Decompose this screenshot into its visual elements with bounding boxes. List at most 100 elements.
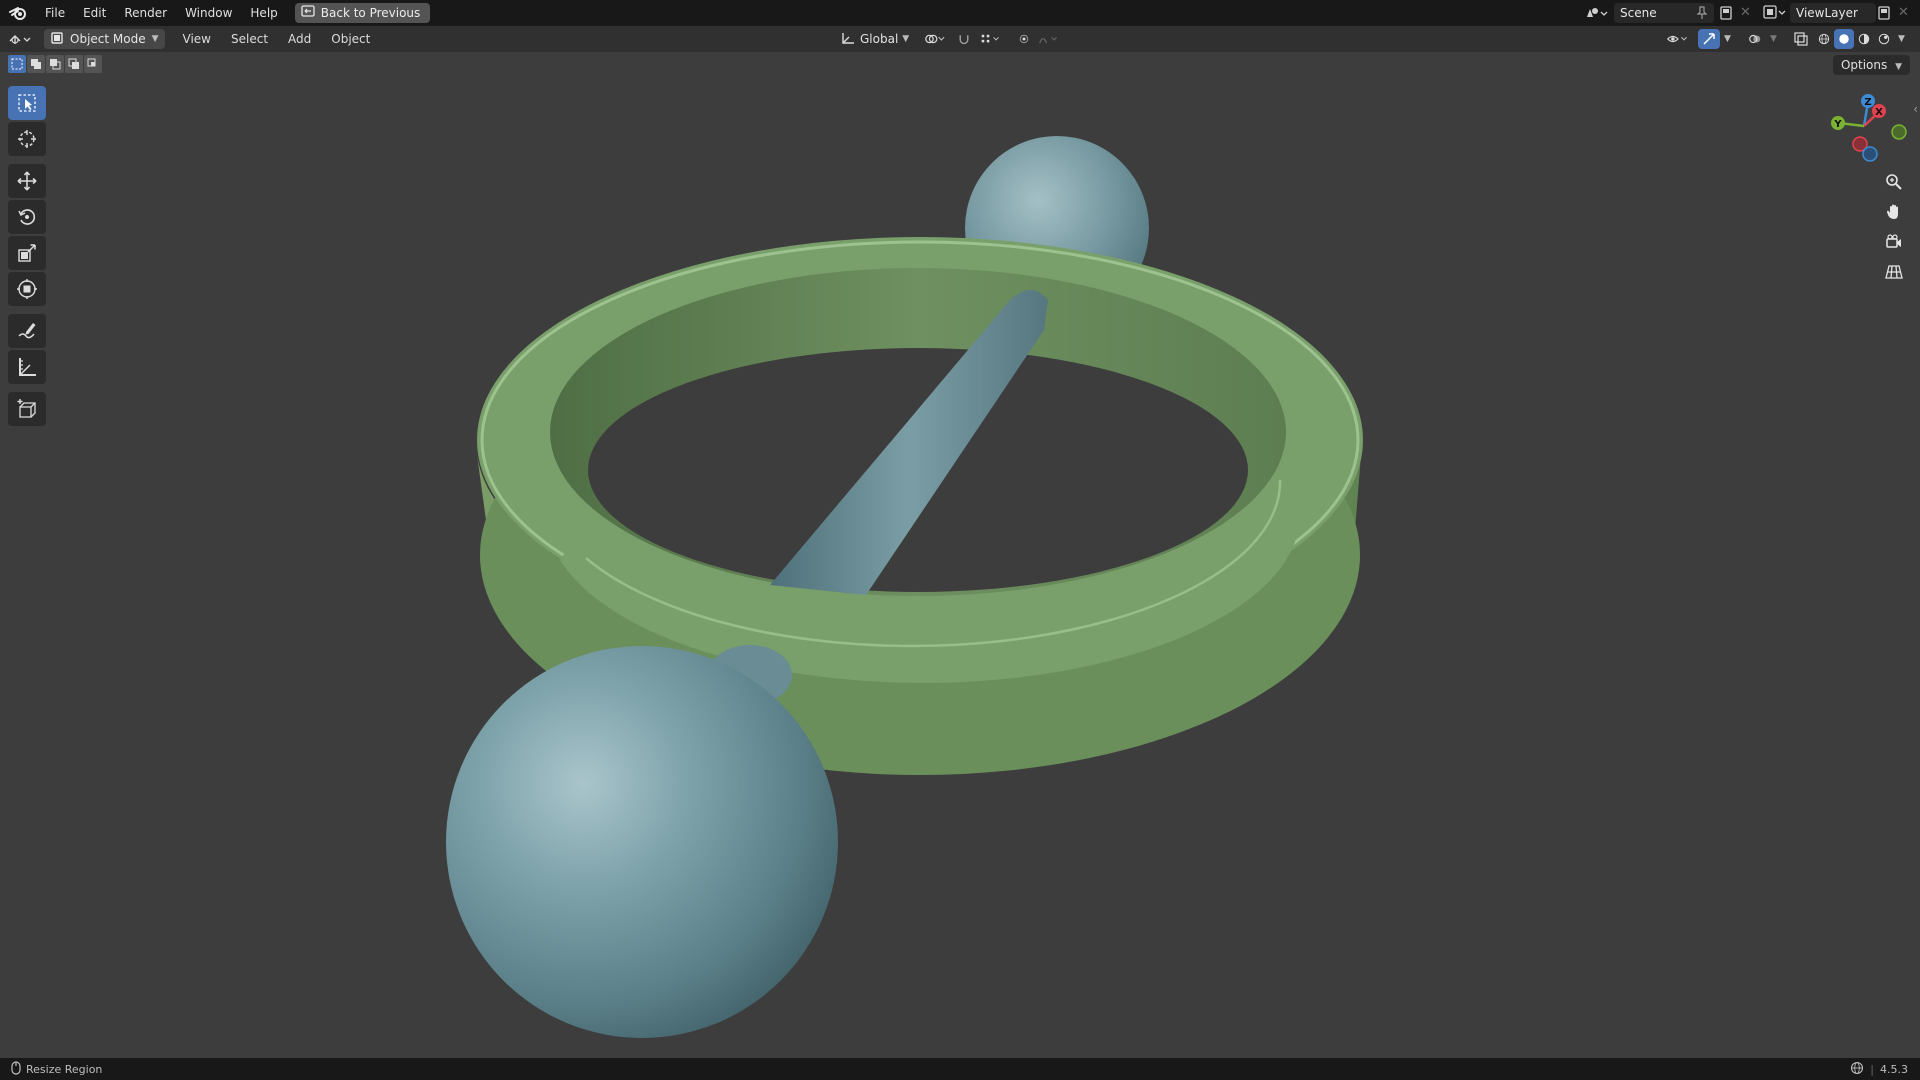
xray-toggle[interactable] — [1790, 29, 1812, 49]
navigation-gizmo[interactable]: Z X Y — [1816, 88, 1912, 168]
menu-file[interactable]: File — [36, 0, 74, 26]
sphere-front — [446, 646, 838, 1038]
cursor-tool[interactable] — [8, 122, 46, 156]
back-icon — [301, 3, 315, 23]
camera-view-control[interactable] — [1880, 228, 1908, 256]
transform-tool[interactable] — [8, 272, 46, 306]
transform-icon — [17, 279, 37, 299]
delete-viewlayer-icon[interactable]: ✕ — [1898, 5, 1909, 20]
select-box-tool[interactable] — [8, 86, 46, 120]
gizmo-toggle[interactable] — [1698, 29, 1720, 49]
scale-tool[interactable] — [8, 236, 46, 270]
blender-logo-icon[interactable] — [0, 0, 36, 26]
overlays-icon — [1749, 34, 1761, 44]
zoom-control[interactable] — [1880, 168, 1908, 196]
sidebar-toggle-icon[interactable]: ‹ — [1913, 102, 1918, 116]
pivot-point-icon — [925, 34, 945, 44]
transform-orientation-dropdown[interactable]: Global ▼ — [836, 29, 916, 49]
measure-tool[interactable] — [8, 350, 46, 384]
3d-viewport[interactable] — [0, 52, 1920, 1058]
shading-wireframe-button[interactable] — [1814, 29, 1834, 49]
perspective-toggle-control[interactable] — [1880, 258, 1908, 286]
menu-object[interactable]: Object — [321, 26, 380, 52]
overlays-toggle[interactable] — [1744, 29, 1766, 49]
viewlayer-label: ViewLayer — [1796, 6, 1858, 20]
menu-render[interactable]: Render — [115, 0, 176, 26]
status-divider: | — [1870, 1062, 1874, 1076]
tool-shelf — [8, 86, 46, 428]
object-mode-dropdown[interactable]: Object Mode ▼ — [44, 29, 165, 49]
snap-toggle[interactable] — [954, 29, 974, 49]
solid-shading-icon — [1839, 34, 1849, 44]
pin-icon[interactable] — [1696, 6, 1708, 23]
xray-icon — [1794, 32, 1808, 46]
select-new-icon[interactable] — [8, 55, 26, 73]
new-viewlayer-icon[interactable] — [1876, 5, 1892, 24]
rotate-icon — [18, 209, 36, 225]
grid-perspective-icon — [1885, 265, 1903, 279]
menu-select[interactable]: Select — [221, 26, 278, 52]
proportional-edit-toggle[interactable] — [1014, 29, 1034, 49]
editor-type-icon[interactable] — [0, 26, 40, 52]
gizmo-icon — [1703, 33, 1715, 45]
snap-target-dropdown[interactable] — [976, 29, 1006, 49]
select-box-icon — [18, 94, 36, 112]
select-invert-icon[interactable] — [65, 55, 83, 73]
eye-select-icon — [1666, 35, 1687, 43]
select-extend-icon[interactable] — [27, 55, 45, 73]
annotate-tool[interactable] — [8, 314, 46, 348]
select-intersect-icon[interactable] — [84, 55, 102, 73]
version-label: 4.5.3 — [1880, 1062, 1908, 1076]
new-scene-icon[interactable] — [1718, 5, 1734, 24]
options-dropdown[interactable]: Options ▼ — [1832, 55, 1910, 75]
chevron-down-icon: ▼ — [1770, 34, 1777, 44]
menu-add[interactable]: Add — [278, 26, 321, 52]
hand-icon — [1886, 204, 1898, 219]
scene-type-icon[interactable] — [1584, 5, 1612, 21]
wireframe-icon — [1818, 33, 1830, 45]
status-hint-label: Resize Region — [26, 1062, 103, 1076]
zoom-icon — [1886, 174, 1902, 190]
gizmo-z-label: Z — [1864, 97, 1871, 108]
gizmo-neg-y — [1891, 124, 1907, 140]
scale-icon — [18, 244, 36, 262]
shading-dropdown[interactable]: ▼ — [1894, 29, 1910, 49]
rotate-tool[interactable] — [8, 200, 46, 234]
shading-material-button[interactable] — [1854, 29, 1874, 49]
options-label: Options — [1840, 58, 1888, 72]
pivot-point-dropdown[interactable] — [920, 29, 950, 49]
chevron-down-icon: ▼ — [1898, 34, 1905, 44]
visibility-dropdown[interactable] — [1662, 29, 1694, 49]
overlays-dropdown[interactable]: ▼ — [1766, 29, 1782, 49]
chevron-down-icon: ▼ — [1724, 34, 1731, 44]
network-globe-icon[interactable] — [1850, 1061, 1864, 1078]
gizmo-dropdown[interactable]: ▼ — [1720, 29, 1736, 49]
move-tool[interactable] — [8, 164, 46, 198]
menu-view[interactable]: View — [173, 26, 221, 52]
rendered-shading-icon — [1878, 33, 1890, 45]
back-to-previous-button[interactable]: Back to Previous — [294, 3, 431, 23]
scene-selector[interactable]: Scene — [1614, 3, 1714, 23]
object-mode-icon — [50, 31, 64, 48]
viewlayer-type-icon[interactable] — [1762, 5, 1786, 22]
top-bar: File Edit Render Window Help Back to Pre… — [0, 0, 1920, 26]
delete-scene-icon[interactable]: ✕ — [1740, 5, 1751, 20]
mouse-icon — [10, 1060, 22, 1078]
shading-solid-button[interactable] — [1834, 29, 1854, 49]
measure-ruler-icon — [19, 358, 36, 376]
scene-label: Scene — [1620, 6, 1657, 20]
shading-rendered-button[interactable] — [1874, 29, 1894, 49]
menu-help[interactable]: Help — [241, 0, 286, 26]
add-cube-tool[interactable] — [8, 392, 46, 426]
proportional-falloff-dropdown[interactable] — [1034, 29, 1064, 49]
pan-control[interactable] — [1880, 198, 1908, 226]
scene-render — [446, 136, 1363, 1038]
cursor-icon — [18, 130, 36, 148]
magnet-icon — [959, 35, 969, 45]
select-subtract-icon[interactable] — [46, 55, 64, 73]
status-bar: Resize Region | 4.5.3 — [0, 1058, 1920, 1080]
menu-edit[interactable]: Edit — [74, 0, 115, 26]
menu-window[interactable]: Window — [176, 0, 241, 26]
viewlayer-selector[interactable]: ViewLayer — [1790, 3, 1876, 23]
orientation-label: Global — [860, 32, 899, 46]
